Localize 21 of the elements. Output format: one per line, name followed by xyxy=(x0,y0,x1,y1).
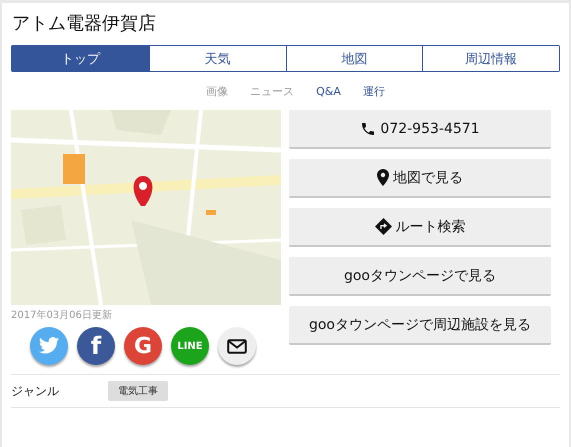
action-button[interactable]: ルート検索 xyxy=(289,208,551,247)
action-button[interactable]: gooタウンページで見る xyxy=(289,257,551,296)
bird-icon xyxy=(38,336,60,356)
pin-icon xyxy=(377,169,389,186)
phone-icon xyxy=(360,120,376,136)
action-button[interactable]: gooタウンページで周辺施設を見る xyxy=(289,306,551,345)
mail-icon xyxy=(227,338,247,354)
sub-link[interactable]: 運行 xyxy=(362,84,385,98)
genre-tag[interactable]: 電気工事 xyxy=(108,381,168,401)
route-icon xyxy=(374,218,392,235)
store-title: アトム電器伊賀店 xyxy=(12,12,157,36)
facebook-button[interactable]: f xyxy=(77,327,115,365)
google-button[interactable]: G xyxy=(124,327,162,365)
update-date: 2017年03月06日更新 xyxy=(11,308,113,322)
action-button[interactable]: 地図で見る xyxy=(289,159,551,198)
mail-button[interactable] xyxy=(218,327,256,365)
tab[interactable]: トップ xyxy=(12,46,149,71)
tab[interactable]: 周辺情報 xyxy=(422,46,559,71)
sub-link[interactable]: Q&A xyxy=(316,84,341,98)
genre-label: ジャンル xyxy=(11,382,60,400)
action-button[interactable]: 072-953-4571 xyxy=(289,110,551,149)
